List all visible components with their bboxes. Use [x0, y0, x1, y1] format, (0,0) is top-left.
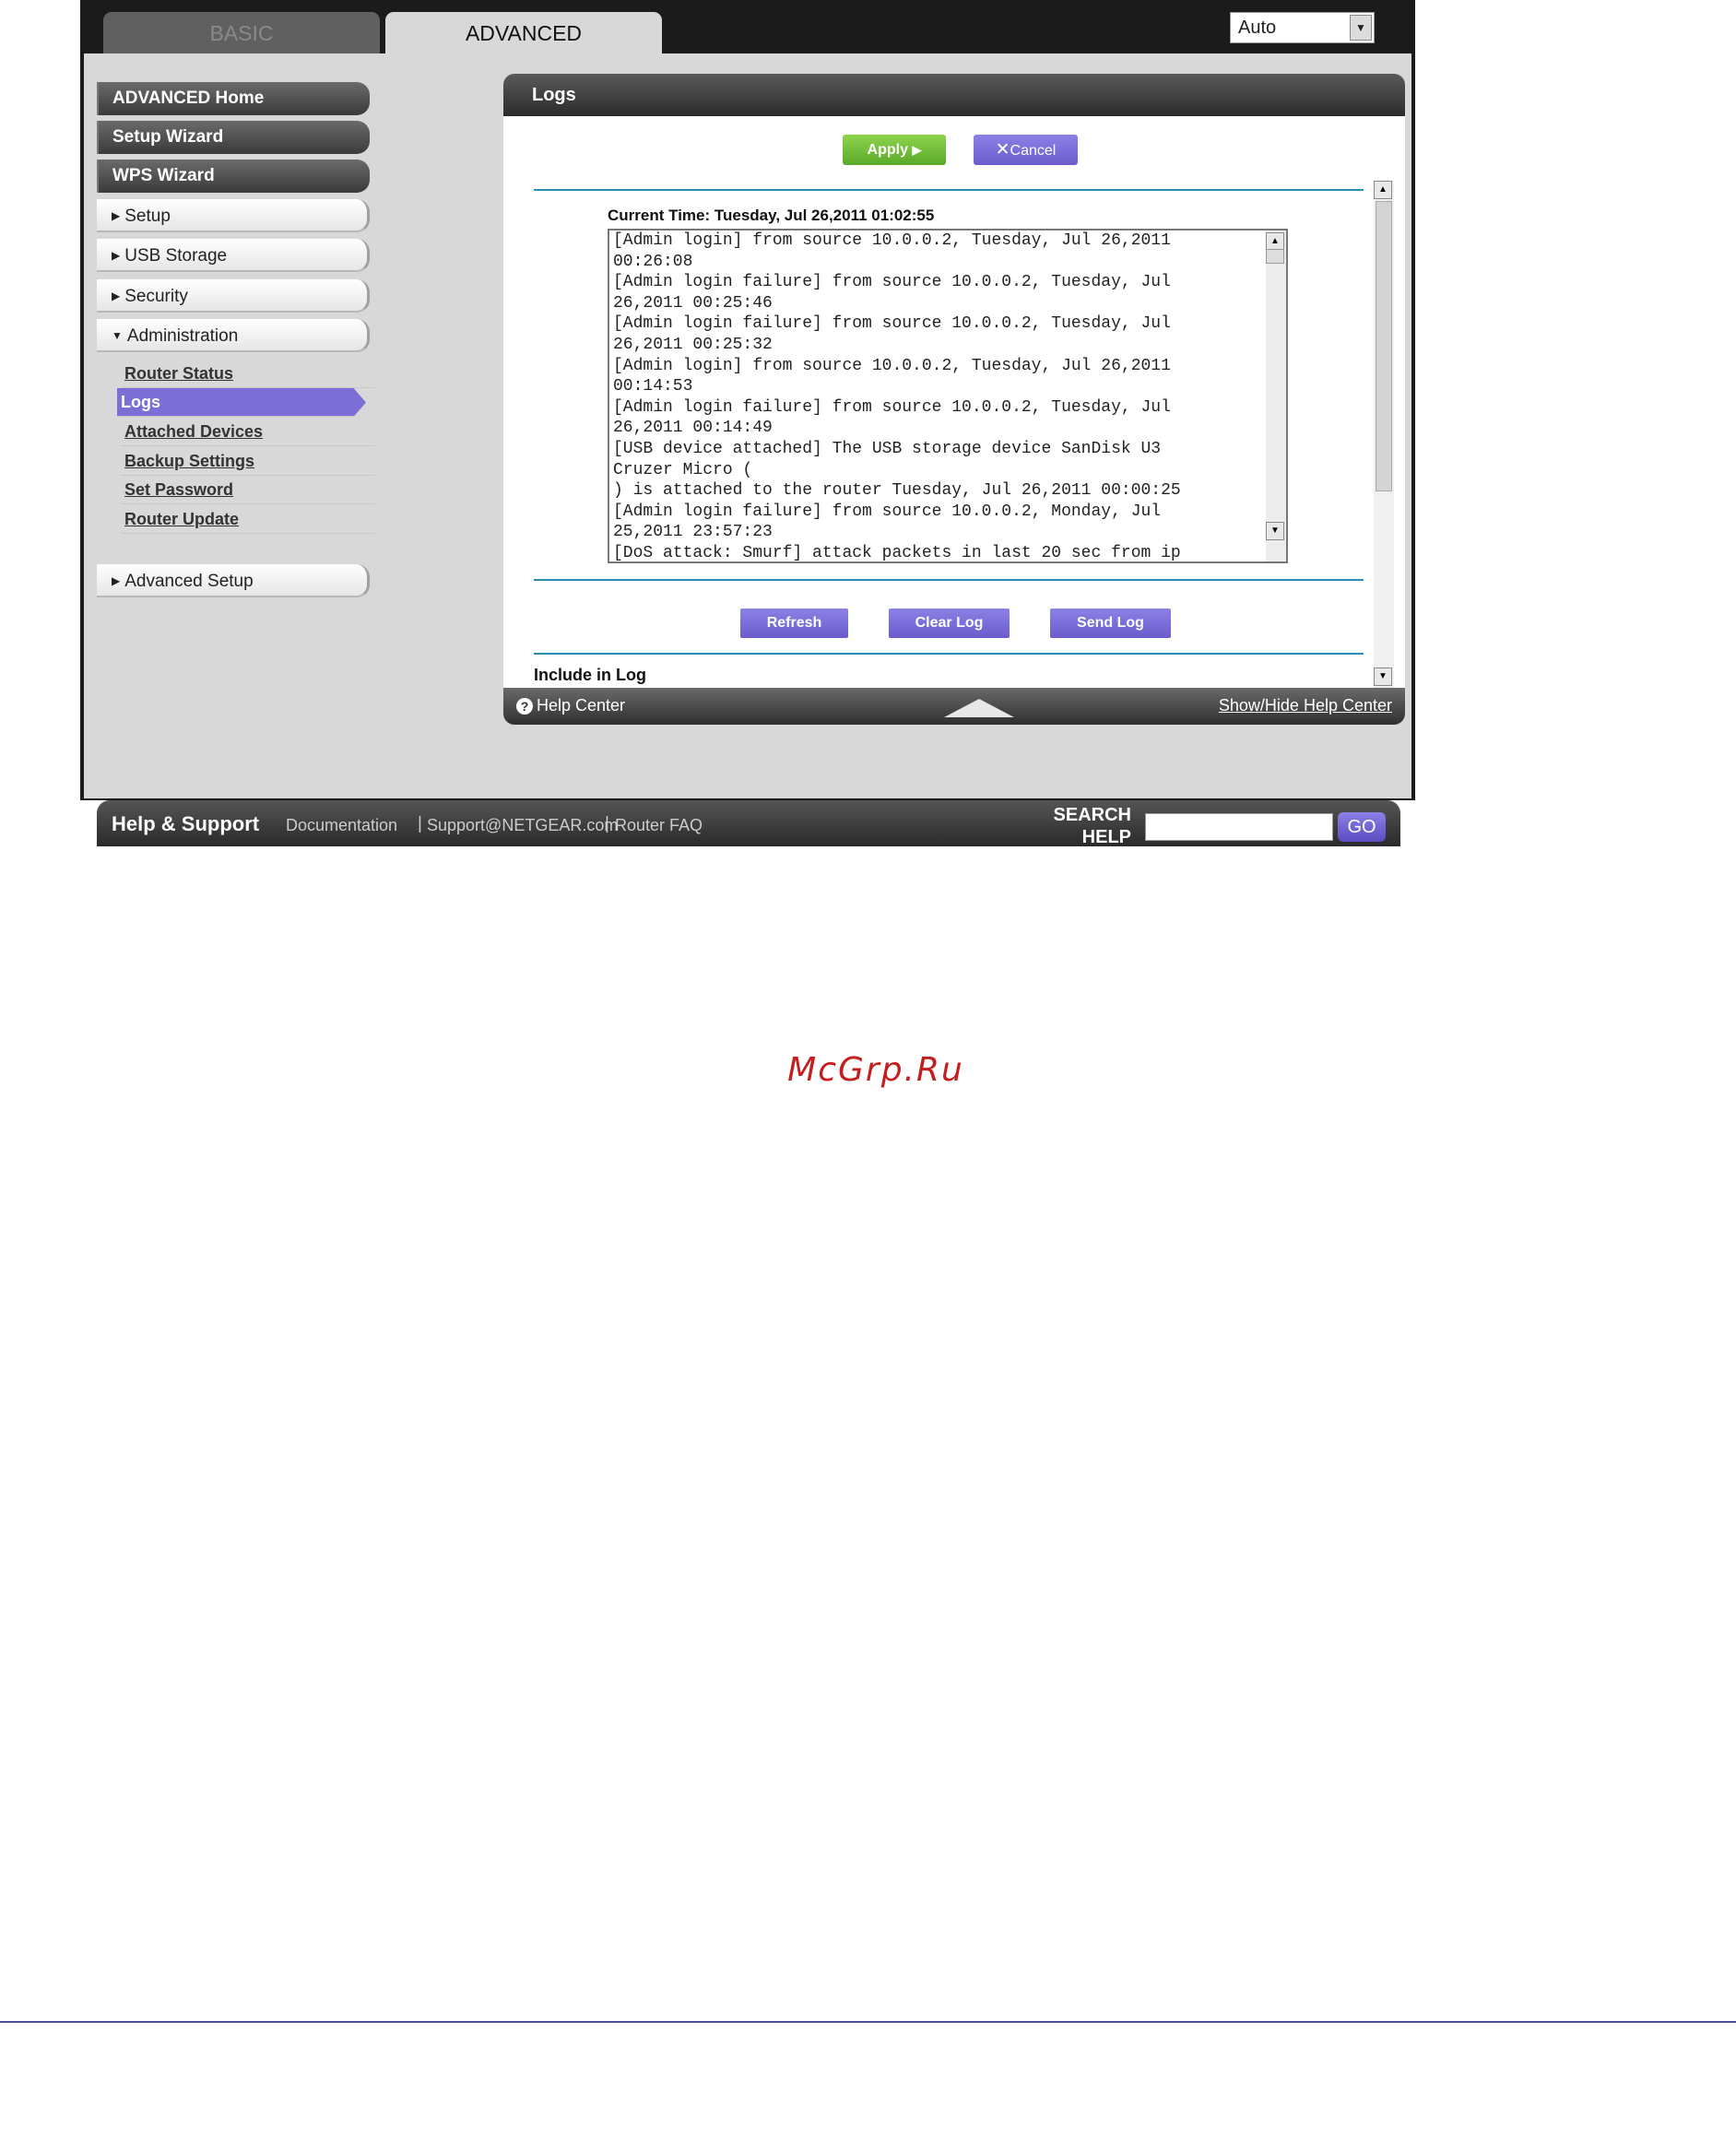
close-x-icon: ✕ — [995, 140, 1010, 160]
clear-log-button[interactable]: Clear Log — [889, 609, 1010, 638]
play-arrow-icon: ▶ — [912, 143, 922, 157]
panel-title: Logs — [503, 74, 1405, 116]
scroll-down-icon[interactable]: ▼ — [1374, 668, 1392, 686]
sidebar-item-wps-wizard[interactable]: WPS Wizard — [97, 160, 370, 193]
main-area: ADVANCED Home Setup Wizard WPS Wizard ▶ S… — [84, 53, 1411, 847]
router-faq-link[interactable]: Router FAQ — [615, 816, 703, 835]
divider — [534, 653, 1364, 655]
cancel-button[interactable]: ✕Cancel — [974, 135, 1078, 165]
separator: | — [605, 814, 609, 833]
go-button[interactable]: GO — [1338, 812, 1386, 842]
panel-scrollbar[interactable]: ▲ ▼ — [1374, 181, 1394, 688]
sidebar-subitem-set-password[interactable]: Set Password — [121, 476, 375, 504]
help-center-bar: ? Help Center Show/Hide Help Center — [503, 688, 1405, 725]
send-log-button[interactable]: Send Log — [1050, 609, 1171, 638]
triangle-down-icon: ▼ — [112, 329, 123, 342]
logs-panel: Logs Apply ▶ ✕Cancel Current Time: Tuesd… — [503, 74, 1405, 725]
tab-basic[interactable]: BASIC — [103, 12, 380, 54]
divider — [534, 579, 1364, 581]
search-input[interactable] — [1145, 813, 1333, 841]
chevron-down-icon: ▼ — [1350, 15, 1372, 41]
mode-select-value: Auto — [1238, 18, 1277, 38]
apply-label: Apply — [867, 142, 908, 158]
sidebar-item-usb-storage[interactable]: ▶ USB Storage — [97, 239, 370, 272]
documentation-link[interactable]: Documentation — [286, 816, 397, 835]
sidebar-subitem-attached-devices[interactable]: Attached Devices — [121, 418, 375, 446]
divider — [534, 189, 1364, 191]
scroll-up-icon[interactable]: ▲ — [1374, 181, 1392, 199]
tab-advanced[interactable]: ADVANCED — [385, 12, 662, 54]
sidebar-item-label: Administration — [126, 326, 239, 346]
log-textarea[interactable]: [Admin login] from source 10.0.0.2, Tues… — [608, 229, 1288, 563]
search-label-line1: SEARCH — [1053, 805, 1131, 825]
scroll-down-icon[interactable]: ▼ — [1266, 522, 1284, 540]
sidebar-subitem-backup-settings[interactable]: Backup Settings — [121, 447, 375, 476]
scroll-up-icon[interactable]: ▲ — [1266, 232, 1284, 251]
search-label-line2: HELP — [1081, 827, 1131, 847]
footer-title: Help & Support — [112, 812, 260, 835]
mode-select[interactable]: Auto ▼ — [1230, 12, 1375, 43]
sidebar-subitem-logs[interactable]: Logs — [117, 388, 366, 417]
triangle-up-icon[interactable] — [944, 699, 1014, 717]
sidebar-item-setup-wizard[interactable]: Setup Wizard — [97, 121, 370, 154]
help-support-bar: Help & Support Documentation | Support@N… — [97, 800, 1400, 848]
sidebar-item-administration[interactable]: ▼ Administration — [97, 319, 370, 352]
panel-scroll-thumb[interactable] — [1376, 201, 1392, 491]
sidebar-item-setup[interactable]: ▶ Setup — [97, 199, 370, 232]
log-text: [Admin login] from source 10.0.0.2, Tues… — [613, 231, 1181, 562]
sidebar-item-label: Setup — [124, 207, 171, 226]
divider — [0, 2021, 1736, 2023]
sidebar-item-advanced-home[interactable]: ADVANCED Home — [97, 82, 370, 115]
refresh-button[interactable]: Refresh — [740, 609, 848, 638]
sidebar-item-advanced-setup[interactable]: ▶ Advanced Setup — [97, 564, 370, 597]
sidebar-subitem-router-update[interactable]: Router Update — [121, 505, 375, 534]
search-help-label: SEARCH HELP — [1052, 804, 1131, 848]
sidebar-item-label: Advanced Setup — [124, 572, 254, 591]
triangle-right-icon: ▶ — [112, 249, 121, 262]
sidebar-item-security[interactable]: ▶ Security — [97, 279, 370, 313]
sidebar-item-label: USB Storage — [124, 246, 228, 266]
current-time: Current Time: Tuesday, Jul 26,2011 01:02… — [608, 207, 935, 224]
triangle-right-icon: ▶ — [112, 290, 121, 302]
log-scroll-thumb[interactable] — [1266, 249, 1284, 264]
support-email-link[interactable]: Support@NETGEAR.com — [427, 816, 618, 835]
sidebar-subitem-router-status[interactable]: Router Status — [121, 360, 375, 388]
log-scrollbar[interactable]: ▲ ▼ — [1266, 230, 1286, 561]
help-center-label: Help Center — [537, 696, 626, 715]
question-circle-icon: ? — [516, 698, 533, 715]
cancel-label: Cancel — [1010, 143, 1057, 159]
triangle-right-icon: ▶ — [112, 574, 121, 587]
show-hide-help-link[interactable]: Show/Hide Help Center — [1219, 696, 1392, 715]
sidebar-item-label: Security — [124, 287, 188, 306]
apply-button[interactable]: Apply ▶ — [843, 135, 946, 165]
router-admin-window: BASIC ADVANCED Auto ▼ ADVANCED Home Setu… — [80, 0, 1415, 847]
triangle-right-icon: ▶ — [112, 209, 121, 222]
include-in-log-label: Include in Log — [534, 666, 646, 684]
watermark: McGrp.Ru — [787, 1051, 964, 1089]
separator: | — [418, 814, 422, 833]
help-center-toggle[interactable]: ? Help Center — [516, 696, 625, 715]
